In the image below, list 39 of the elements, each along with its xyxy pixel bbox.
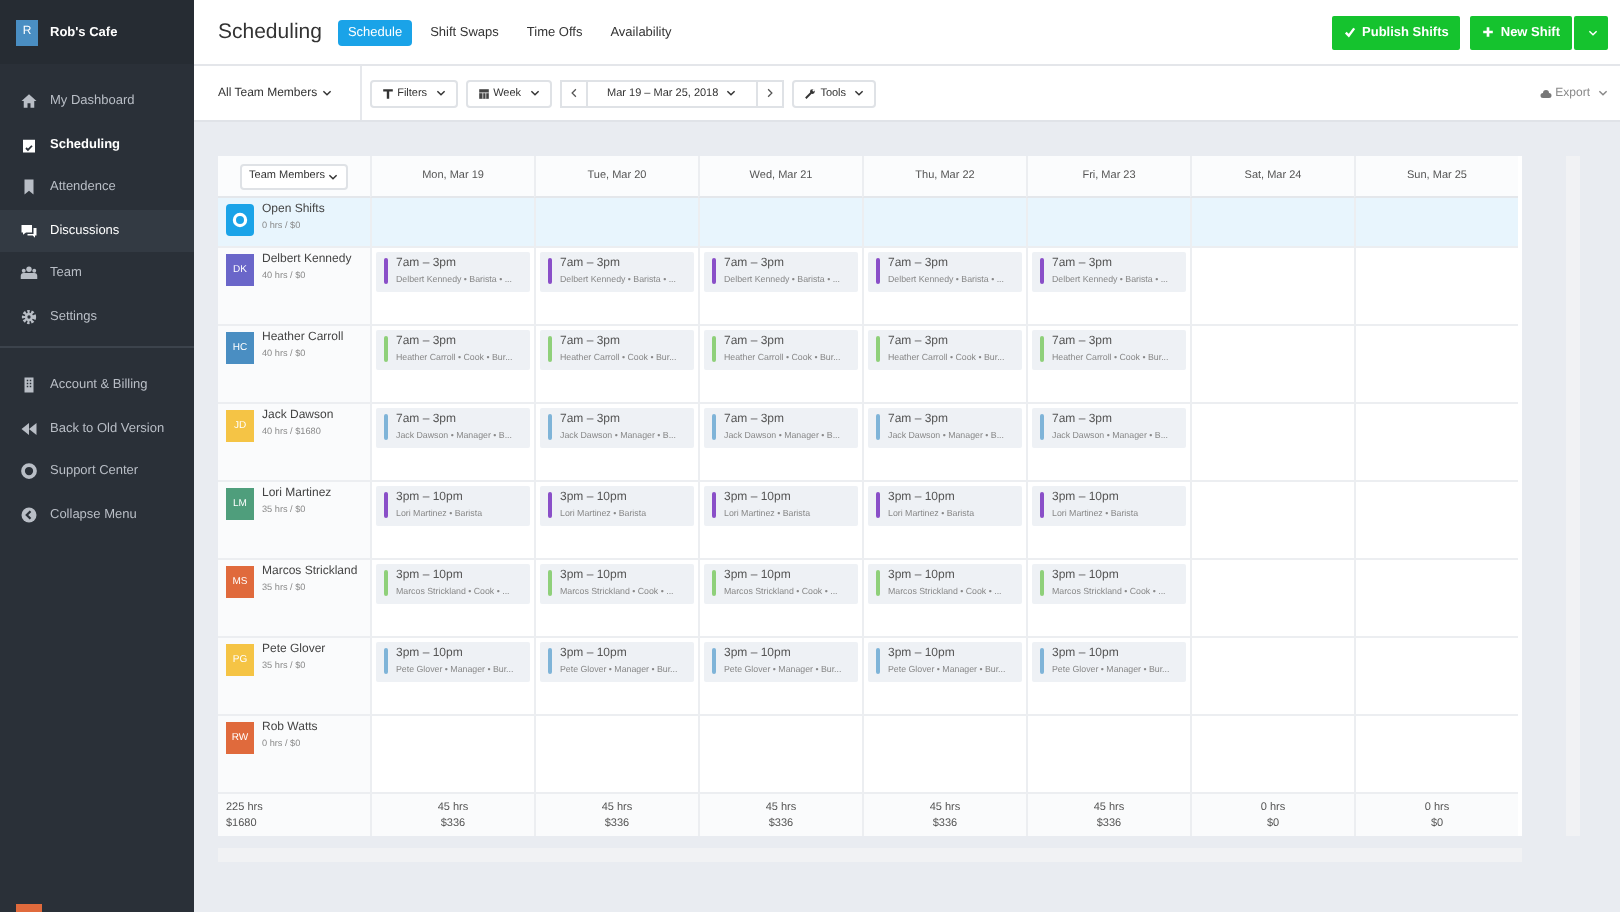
notification-badge [16, 904, 42, 912]
chevron-right-icon [766, 88, 775, 98]
caret-icon [854, 90, 865, 96]
calendar-icon [20, 135, 38, 154]
previous-button[interactable] [559, 79, 588, 107]
open-shifts-icon [226, 204, 254, 236]
check-icon [1344, 26, 1357, 38]
caret-icon [1598, 90, 1608, 96]
caret-icon [321, 90, 332, 96]
open-shift-cell[interactable] [1190, 198, 1354, 248]
open-shift-cell[interactable] [1026, 198, 1190, 248]
dropdown-button[interactable] [1574, 15, 1608, 49]
calendar-icon [477, 87, 490, 99]
arrow-circle-icon [20, 505, 38, 524]
caret-icon [529, 90, 540, 96]
chat-icon [20, 221, 38, 240]
open-shift-cell[interactable] [862, 198, 1026, 248]
wrench-icon [804, 87, 817, 99]
lifebuoy-icon [20, 462, 38, 481]
chevron-left-icon [569, 88, 578, 98]
cloud-icon [1539, 87, 1552, 99]
people-icon [20, 264, 38, 283]
rewind-icon [20, 419, 38, 438]
open-shift-cell[interactable] [1354, 198, 1518, 248]
building-icon [20, 376, 38, 395]
plus-icon [1482, 26, 1495, 38]
caret-icon [328, 173, 339, 179]
caret-icon [435, 90, 446, 96]
page-title: Scheduling [218, 20, 322, 44]
house-icon [20, 92, 38, 111]
open-shift-cell[interactable] [534, 198, 698, 248]
caret-icon [726, 90, 737, 96]
bookmark-icon [20, 178, 38, 197]
open-shift-cell[interactable] [370, 198, 534, 248]
next-button[interactable] [756, 79, 785, 107]
filter-icon [381, 87, 394, 99]
settings-icon [20, 307, 38, 326]
open-shift-cell[interactable] [698, 198, 862, 248]
caret-icon [1588, 29, 1598, 35]
